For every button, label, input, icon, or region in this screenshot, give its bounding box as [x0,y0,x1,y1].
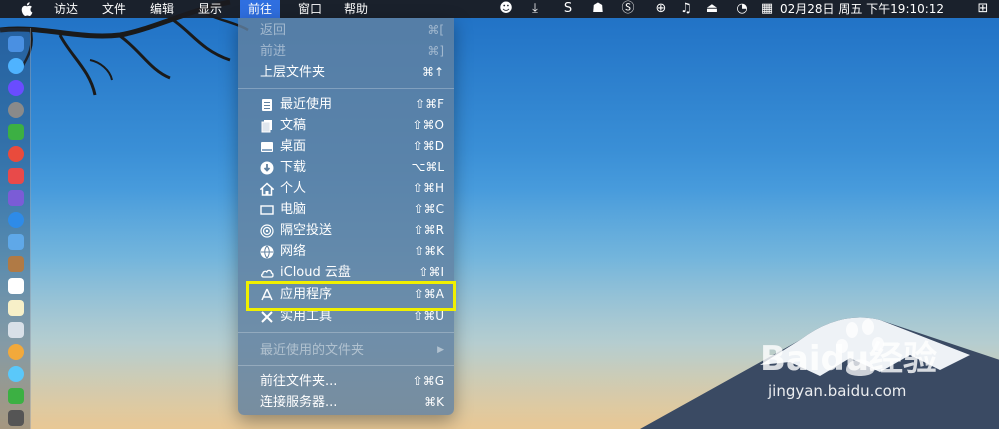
menu-item-computer[interactable]: 电脑 ⇧⌘C [238,199,454,220]
highlight-annotation-box [246,281,456,311]
menu-finder[interactable]: 访达 [46,0,86,18]
menubar-clock[interactable]: 02月28日 周五 下午19:10:12 [780,0,944,18]
network-icon [260,245,274,259]
menu-separator [238,88,454,89]
tree-branches [0,0,249,96]
maps-dock-icon[interactable] [8,322,24,338]
submenu-arrow-icon: ▶ [437,345,444,355]
watermark-brand: Baidu经验 [760,339,937,379]
menu-item-connect-server[interactable]: 连接服务器... ⌘K [238,392,454,413]
computer-icon [260,205,274,215]
home-icon [260,182,274,196]
menu-item-back[interactable]: 返回 ⌘[ [238,20,454,41]
finder-dock-icon[interactable] [8,36,24,52]
watermark-url: jingyan.baidu.com [768,382,907,400]
qq-icon[interactable]: ☻ [498,1,514,17]
menu-separator [238,332,454,333]
utilities-icon [261,311,273,323]
go-menu-dropdown: 返回 ⌘[ 前进 ⌘] 上层文件夹 ⌘↑ 最近使用 ⇧⌘F 文稿 ⇧⌘O 桌面 … [238,18,454,415]
downloads-icon [260,161,274,175]
baidu-watermark-logo: Baidu经验 [760,319,937,379]
icloud-icon [261,269,274,278]
apple-logo-icon[interactable] [20,1,34,17]
safari-dock-icon[interactable] [8,58,24,74]
launchpad-dock-icon[interactable] [8,102,24,118]
menu-item-desktop[interactable]: 桌面 ⇧⌘D [238,136,454,157]
menu-item-icloud[interactable]: iCloud 云盘 ⇧⌘I [238,262,454,283]
settings-dock-icon[interactable] [8,410,24,426]
recents-icon [262,99,272,111]
menu-item-network[interactable]: 网络 ⇧⌘K [238,241,454,262]
menu-item-documents[interactable]: 文稿 ⇧⌘O [238,115,454,136]
ghost-icon[interactable]: ☗ [590,1,606,17]
pinned-dock-icon[interactable] [8,168,24,184]
android-dock-icon[interactable] [8,124,24,140]
stickies-dock-icon[interactable] [8,300,24,316]
download-icon[interactable]: ⤓ [527,1,543,17]
music-note-icon[interactable]: ♫ [678,1,694,17]
grid-icon[interactable]: ⊞ [975,1,991,17]
menu-view[interactable]: 显示 [190,0,230,18]
s-app-icon[interactable]: S [560,1,576,17]
dock [0,28,31,429]
appstore-dock-icon[interactable] [8,212,24,228]
s-app2-icon[interactable]: Ⓢ [620,1,636,17]
facetime-dock-icon[interactable] [8,388,24,404]
refresh-icon[interactable]: ◔ [734,1,750,17]
menu-go[interactable]: 前往 [240,0,281,18]
app-dock-icon[interactable] [8,190,24,206]
menu-bar: 访达 文件 编辑 显示 前往 窗口 帮助 ☻ ⤓ S ☗ Ⓢ ⊕ ♫ ⏏ ◔ ▦… [0,0,999,18]
menu-file[interactable]: 文件 [94,0,134,18]
menu-item-downloads[interactable]: 下载 ⌥⌘L [238,157,454,178]
menu-help[interactable]: 帮助 [336,0,376,18]
menu-separator [238,365,454,366]
notes-dock-icon[interactable] [8,256,24,272]
calendar-dock-icon[interactable] [8,278,24,294]
menu-item-airdrop[interactable]: 隔空投送 ⇧⌘R [238,220,454,241]
calendar-icon[interactable]: ▦ [759,1,775,17]
menu-item-forward[interactable]: 前进 ⌘] [238,41,454,62]
menu-item-recents[interactable]: 最近使用 ⇧⌘F [238,94,454,115]
airplay-icon[interactable]: ⏏ [704,1,720,17]
airdrop-icon [260,224,274,238]
preview-dock-icon[interactable] [8,234,24,250]
photos-dock-icon[interactable] [8,344,24,360]
menu-item-home[interactable]: 个人 ⇧⌘H [238,178,454,199]
menu-edit[interactable]: 编辑 [142,0,182,18]
menu-item-enclosing-folder[interactable]: 上层文件夹 ⌘↑ [238,62,454,83]
messages-dock-icon[interactable] [8,366,24,382]
desktop-icon [261,142,273,152]
documents-icon [261,120,272,133]
menu-item-go-to-folder[interactable]: 前往文件夹... ⇧⌘G [238,371,454,392]
globe-icon[interactable]: ⊕ [653,1,669,17]
siri-dock-icon[interactable] [8,80,24,96]
menu-item-recent-folders[interactable]: 最近使用的文件夹 ▶ [238,340,454,361]
chrome-dock-icon[interactable] [8,146,24,162]
menu-window[interactable]: 窗口 [290,0,330,18]
